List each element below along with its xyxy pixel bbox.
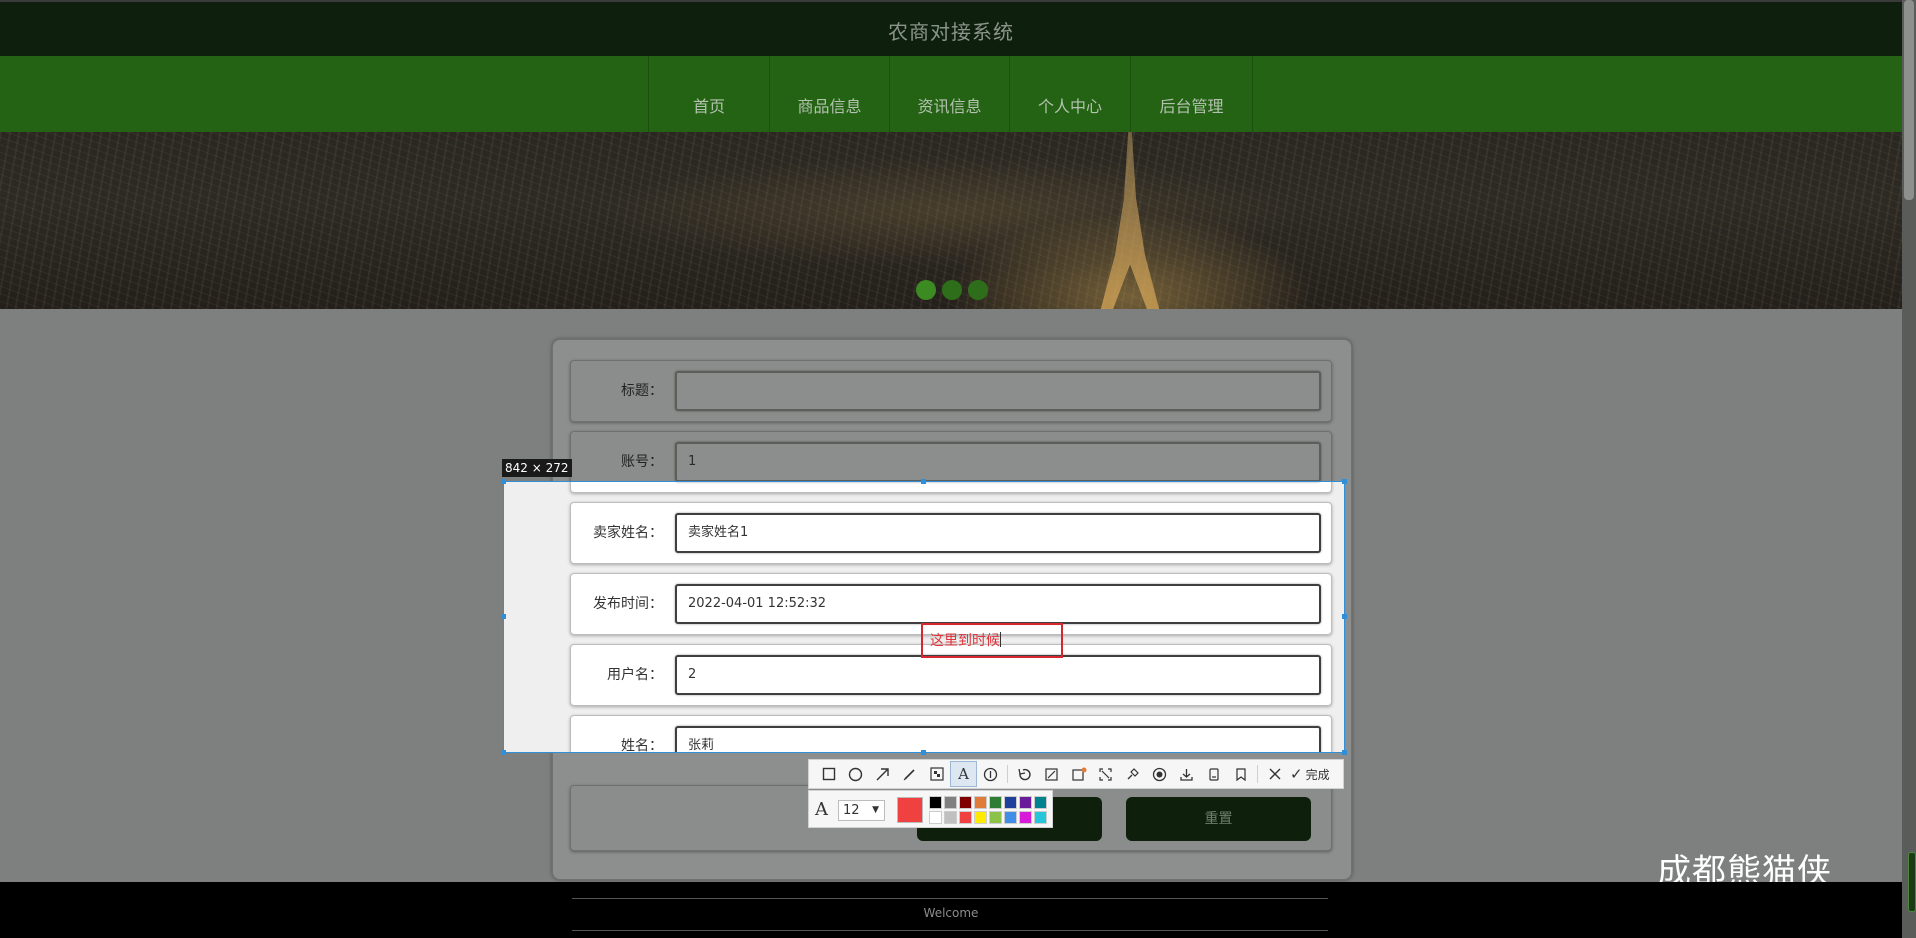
arrow-icon[interactable] bbox=[869, 761, 896, 787]
account-label-highlight bbox=[571, 482, 663, 492]
name-label: 姓名： bbox=[621, 738, 663, 752]
color-swatch[interactable] bbox=[974, 796, 987, 809]
text-annotation[interactable]: 这里到时候 bbox=[921, 623, 1063, 658]
done-button[interactable]: ✓ 完成 bbox=[1290, 765, 1330, 783]
carousel-indicators bbox=[916, 280, 988, 300]
font-size-select[interactable]: 12 ▼ bbox=[838, 800, 885, 821]
side-widget[interactable] bbox=[1908, 852, 1916, 912]
pin-icon[interactable] bbox=[1119, 761, 1146, 787]
title-input[interactable] bbox=[675, 371, 1321, 411]
undo-icon[interactable] bbox=[1011, 761, 1038, 787]
bookmark-icon[interactable] bbox=[1227, 761, 1254, 787]
title-label: 标题： bbox=[621, 383, 663, 399]
nav-list: 首页 商品信息 资讯信息 个人中心 后台管理 bbox=[648, 56, 1253, 132]
seller-name-input[interactable]: 卖家姓名1 bbox=[675, 513, 1321, 553]
username-label: 用户名： bbox=[607, 667, 663, 683]
form-row-seller-name: 卖家姓名： 卖家姓名1 bbox=[570, 502, 1332, 564]
footer-divider-top bbox=[572, 898, 1328, 899]
resize-handle-nw[interactable] bbox=[501, 479, 506, 484]
name-input[interactable]: 张莉 bbox=[675, 726, 1321, 752]
color-swatch[interactable] bbox=[929, 811, 942, 824]
save-icon[interactable] bbox=[1200, 761, 1227, 787]
rect-icon[interactable] bbox=[815, 761, 842, 787]
mosaic-icon[interactable] bbox=[923, 761, 950, 787]
color-swatch[interactable] bbox=[944, 796, 957, 809]
color-swatch[interactable] bbox=[929, 796, 942, 809]
resize-handle-ne[interactable] bbox=[1342, 479, 1347, 484]
reset-button[interactable]: 重置 bbox=[1126, 797, 1311, 841]
color-swatch[interactable] bbox=[1004, 796, 1017, 809]
form-row-title: 标题： bbox=[570, 360, 1332, 422]
cancel-icon[interactable] bbox=[1261, 761, 1288, 787]
resize-handle-e[interactable] bbox=[1342, 614, 1347, 619]
color-swatch[interactable] bbox=[1004, 811, 1017, 824]
resize-handle-s[interactable] bbox=[921, 750, 926, 755]
text-options-bar: A 12 ▼ bbox=[808, 790, 1053, 828]
carousel-dot-2[interactable] bbox=[942, 280, 962, 300]
top-header: 农商对接系统 bbox=[0, 0, 1902, 56]
color-swatch[interactable] bbox=[1019, 796, 1032, 809]
resize-handle-n[interactable] bbox=[921, 479, 926, 484]
footer-divider-bottom bbox=[572, 930, 1328, 931]
color-palette bbox=[929, 796, 1047, 824]
form-row-account-highlight bbox=[570, 482, 1332, 493]
check-icon: ✓ bbox=[1290, 765, 1303, 783]
color-swatch[interactable] bbox=[989, 811, 1002, 824]
page-footer: Welcome bbox=[0, 882, 1902, 938]
ellipse-icon[interactable] bbox=[842, 761, 869, 787]
seller-name-label: 卖家姓名： bbox=[593, 525, 663, 541]
publish-time-input[interactable]: 2022-04-01 12:52:32 bbox=[675, 584, 1321, 624]
footer-welcome: Welcome bbox=[923, 906, 979, 920]
font-icon: A bbox=[815, 799, 828, 820]
nav-item-products[interactable]: 商品信息 bbox=[770, 56, 890, 132]
color-swatch[interactable] bbox=[974, 811, 987, 824]
done-label: 完成 bbox=[1305, 767, 1330, 782]
color-swatch[interactable] bbox=[959, 811, 972, 824]
number-icon[interactable] bbox=[977, 761, 1004, 787]
page-scrollbar[interactable] bbox=[1902, 0, 1916, 938]
username-input[interactable]: 2 bbox=[675, 655, 1321, 695]
color-swatch[interactable] bbox=[944, 811, 957, 824]
current-color-swatch[interactable] bbox=[897, 797, 923, 823]
banner-image bbox=[1100, 132, 1160, 309]
capture-region[interactable]: 卖家姓名： 卖家姓名1 发布时间： 2022-04-01 12:52:32 用户… bbox=[504, 482, 1344, 752]
color-swatch[interactable] bbox=[1034, 811, 1047, 824]
toolbar-separator bbox=[1007, 765, 1008, 783]
color-swatch[interactable] bbox=[1034, 796, 1047, 809]
ocr-icon[interactable] bbox=[1065, 761, 1092, 787]
form-row-name: 姓名： 张莉 bbox=[570, 715, 1332, 752]
annotation-text[interactable]: 这里到时候 bbox=[930, 632, 1001, 650]
pen-icon[interactable] bbox=[896, 761, 923, 787]
nav-item-admin[interactable]: 后台管理 bbox=[1131, 56, 1253, 132]
color-swatch[interactable] bbox=[989, 796, 1002, 809]
publish-time-label: 发布时间： bbox=[593, 596, 663, 612]
site-title: 农商对接系统 bbox=[888, 20, 1014, 44]
resize-handle-sw[interactable] bbox=[501, 750, 506, 755]
cut-icon[interactable] bbox=[1038, 761, 1065, 787]
text-caret bbox=[1000, 632, 1001, 647]
scrollbar-thumb[interactable] bbox=[1904, 0, 1914, 200]
capture-size-label: 842 × 272 bbox=[502, 459, 572, 477]
screen-record-icon[interactable] bbox=[1092, 761, 1119, 787]
resize-handle-se[interactable] bbox=[1342, 750, 1347, 755]
text-icon[interactable]: A bbox=[950, 761, 977, 787]
color-swatch[interactable] bbox=[959, 796, 972, 809]
download-icon[interactable] bbox=[1173, 761, 1200, 787]
account-input[interactable]: 1 bbox=[675, 442, 1321, 482]
capture-toolbar: A ✓ 完成 bbox=[808, 759, 1344, 789]
record-icon[interactable] bbox=[1146, 761, 1173, 787]
toolbar-separator bbox=[1257, 765, 1258, 783]
color-swatch[interactable] bbox=[1019, 811, 1032, 824]
nav-item-profile[interactable]: 个人中心 bbox=[1010, 56, 1131, 132]
banner-carousel bbox=[0, 132, 1902, 309]
carousel-dot-3[interactable] bbox=[968, 280, 988, 300]
main-nav: 首页 商品信息 资讯信息 个人中心 后台管理 bbox=[0, 56, 1902, 132]
nav-item-home[interactable]: 首页 bbox=[649, 56, 770, 132]
nav-item-news[interactable]: 资讯信息 bbox=[890, 56, 1010, 132]
carousel-dot-1[interactable] bbox=[916, 280, 936, 300]
chevron-down-icon: ▼ bbox=[872, 805, 879, 815]
resize-handle-w[interactable] bbox=[501, 614, 506, 619]
